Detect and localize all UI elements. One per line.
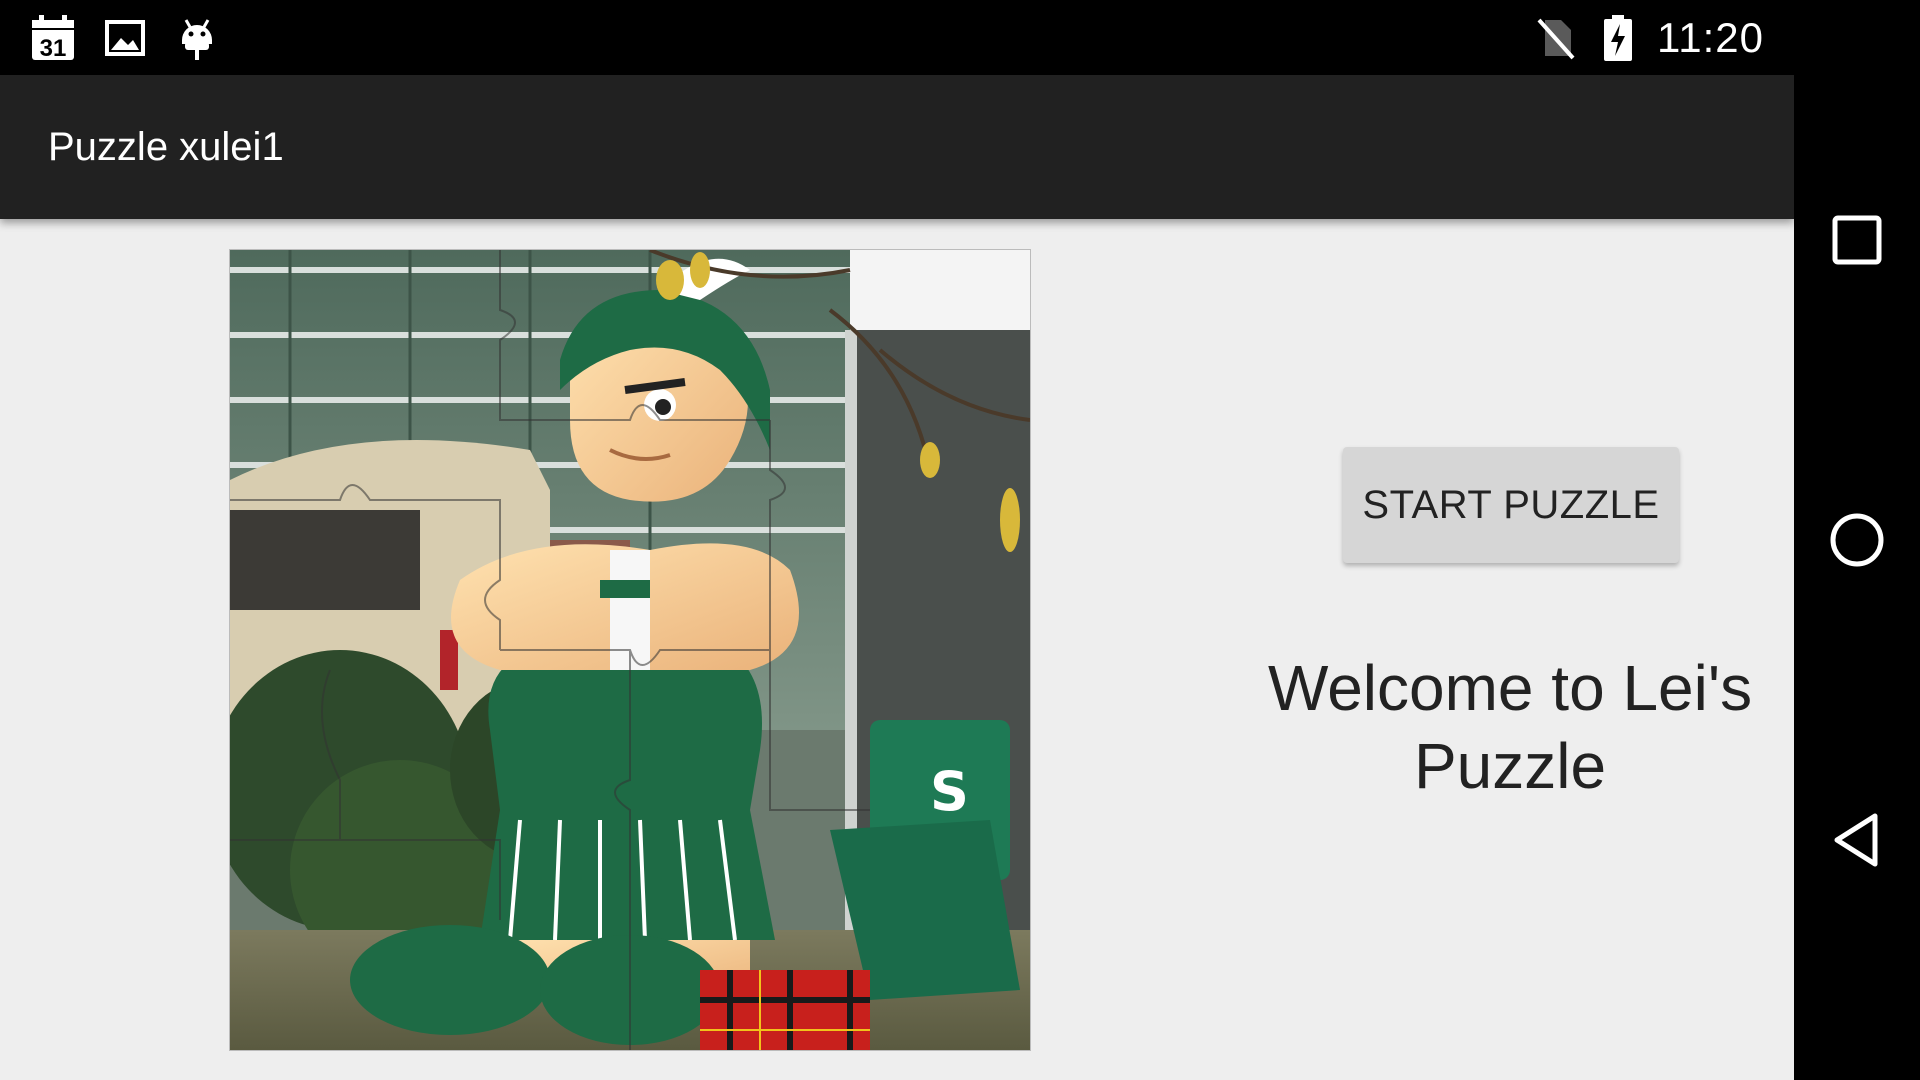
start-puzzle-button[interactable]: START PUZZLE <box>1343 447 1679 563</box>
notification-icons: 31 <box>30 14 220 62</box>
android-screen: 31 11:20 Puzzle xulei1 S START PUZZLE We… <box>0 0 1920 1080</box>
android-debug-icon <box>174 14 220 62</box>
app-title: Puzzle xulei1 <box>48 125 284 169</box>
svg-text:S: S <box>930 760 969 823</box>
puzzle-image[interactable]: S <box>229 249 1031 1051</box>
navigation-bar <box>1794 0 1920 1080</box>
calendar-icon: 31 <box>30 14 76 62</box>
app-bar: Puzzle xulei1 <box>0 75 1794 219</box>
status-clock: 11:20 <box>1657 14 1764 61</box>
home-icon[interactable] <box>1827 510 1887 570</box>
status-bar: 31 11:20 <box>0 0 1794 75</box>
image-icon <box>102 14 148 62</box>
back-icon[interactable] <box>1827 810 1887 870</box>
recents-icon[interactable] <box>1827 210 1887 270</box>
main-content: S START PUZZLE Welcome to Lei's Puzzle <box>0 219 1794 1080</box>
battery-charging-icon <box>1601 14 1635 62</box>
spartan-mascot-photo: S <box>230 250 1030 1050</box>
welcome-text: Welcome to Lei's Puzzle <box>1267 652 1753 802</box>
system-status: 11:20 <box>1533 14 1764 62</box>
calendar-day: 31 <box>40 35 67 62</box>
no-sim-icon <box>1533 14 1579 62</box>
